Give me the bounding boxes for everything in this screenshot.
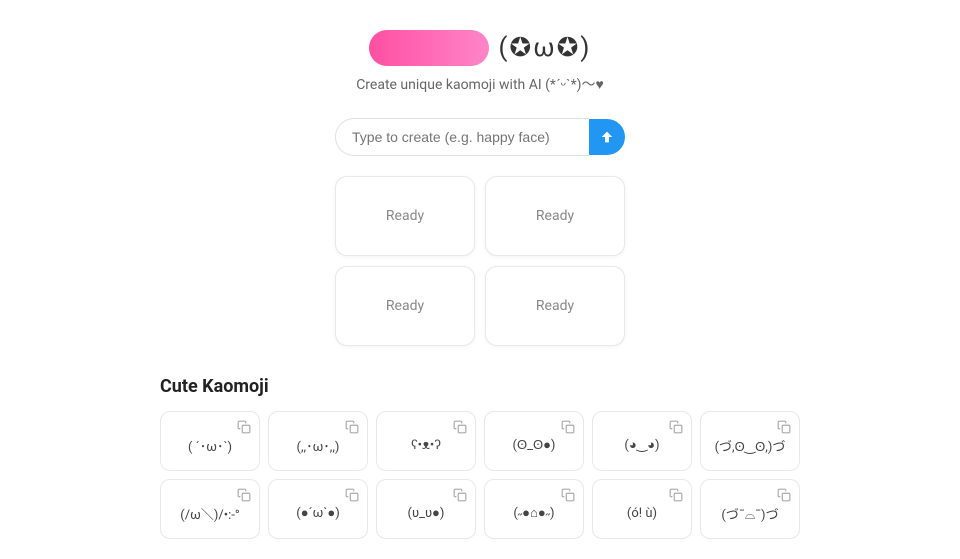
kaomoji-text: ( ´･ω･`) [188,436,232,455]
logo-bar [369,30,489,66]
copy-icon [669,488,683,502]
copy-button[interactable] [343,486,361,507]
copy-button[interactable] [667,418,685,439]
copy-button[interactable] [235,418,253,439]
kaomoji-text: (˶●⌂●˶) [513,505,554,521]
search-container [335,118,625,156]
copy-icon [777,488,791,502]
kaomoji-card: (/ω＼)/•:-° [160,479,260,539]
header: (✪ω✪) Create unique kaomoji with AI (*ˊᵕ… [356,30,604,94]
kaomoji-card: (˶●⌂●˶) [484,479,584,539]
copy-icon [345,420,359,434]
kaomoji-card: (ʘ_ʘ●) [484,411,584,471]
kaomoji-text: (◕‿◕) [624,437,659,453]
kaomoji-text: ʕ•ᴥ•ʔ [411,437,441,453]
kaomoji-card: (◕‿◕) [592,411,692,471]
kaomoji-text: (●´ω`●) [296,505,339,521]
kaomoji-text: (,,･ω･,,) [297,436,340,455]
copy-button[interactable] [343,418,361,439]
search-input[interactable] [335,118,589,156]
copy-button[interactable] [559,486,577,507]
copy-icon [669,420,683,434]
copy-button[interactable] [775,418,793,439]
kaomoji-card: (づ¯⌓¯)づ [700,479,800,539]
kaomoji-text: (υ_υ●) [408,505,445,521]
kaomoji-card: (υ_υ●) [376,479,476,539]
kaomoji-text: (ʘ_ʘ●) [513,437,556,453]
kaomoji-card: (づ,ʘ‿ʘ,)づ [700,411,800,471]
copy-icon [237,420,251,434]
subtitle: Create unique kaomoji with AI (*ˊᵕˋ*)～♥ [356,74,604,94]
kaomoji-card: (,,･ω･,,) [268,411,368,471]
kaomoji-card: ( ´･ω･`) [160,411,260,471]
copy-icon [453,488,467,502]
copy-button[interactable] [775,486,793,507]
copy-button[interactable] [451,418,469,439]
cute-kaomoji-section: Cute Kaomoji ( ´･ω･`) (,,･ω･,,) ʕ•ᴥ•ʔ (ʘ_ʘ●… [160,376,800,539]
arrow-up-icon [599,129,615,145]
kaomoji-grid: ( ´･ω･`) (,,･ω･,,) ʕ•ᴥ•ʔ (ʘ_ʘ●) (◕‿◕) (づ,ʘ‿ʘ,… [160,411,800,539]
search-button[interactable] [589,119,625,155]
ready-card-3[interactable]: Ready [335,266,475,346]
kaomoji-text: (/ω＼)/•:-° [180,504,239,523]
copy-button[interactable] [235,486,253,507]
copy-button[interactable] [667,486,685,507]
ready-card-2[interactable]: Ready [485,176,625,256]
copy-icon [561,420,575,434]
kaomoji-card: (ó! ù) [592,479,692,539]
logo-emoji: (✪ω✪) [499,33,592,63]
kaomoji-card: (●´ω`●) [268,479,368,539]
copy-icon [453,420,467,434]
section-title: Cute Kaomoji [160,376,800,397]
copy-button[interactable] [559,418,577,439]
ready-card-4[interactable]: Ready [485,266,625,346]
kaomoji-text: (ó! ù) [627,506,657,521]
ready-card-1[interactable]: Ready [335,176,475,256]
copy-icon [777,420,791,434]
logo-container: (✪ω✪) [369,30,592,66]
copy-icon [237,488,251,502]
copy-icon [345,488,359,502]
copy-icon [561,488,575,502]
copy-button[interactable] [451,486,469,507]
kaomoji-text: (づ¯⌓¯)づ [721,504,778,523]
ready-grid: Ready Ready Ready Ready [335,176,625,346]
kaomoji-card: ʕ•ᴥ•ʔ [376,411,476,471]
